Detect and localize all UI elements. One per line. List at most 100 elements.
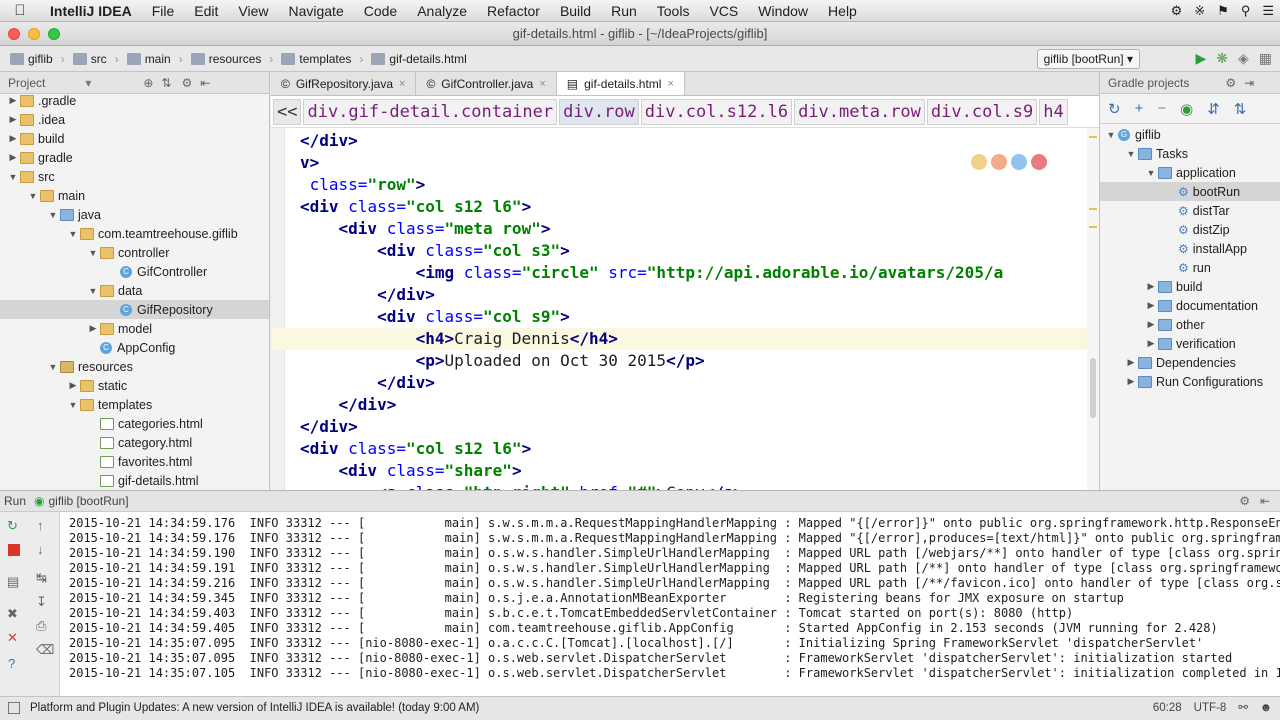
tag-breadcrumb[interactable]: div.col.s9 (926, 98, 1038, 125)
tree-item[interactable]: C GifController (0, 262, 269, 281)
close-tab-icon[interactable]: × (539, 78, 545, 90)
chevron-down-icon[interactable]: ▼ (1104, 130, 1118, 140)
file-encoding[interactable]: UTF-8 (1194, 697, 1227, 719)
gradle-tree-item[interactable]: ▼ application (1100, 163, 1280, 182)
chevron-down-icon[interactable]: ▼ (26, 191, 40, 201)
target-icon[interactable]: ⊕ (143, 76, 153, 90)
chevron-down-icon[interactable]: ▾ (85, 76, 91, 90)
search-icon[interactable]: ⚲ (1241, 3, 1251, 19)
scroll-up-icon[interactable]: ↑ (37, 518, 44, 533)
tree-item[interactable]: ▼ main (0, 186, 269, 205)
lock-icon[interactable]: ⚯ (1238, 697, 1248, 719)
tree-item[interactable]: ▶ model (0, 319, 269, 338)
pin-icon[interactable]: ✖ (7, 606, 18, 622)
menu-item-navigate[interactable]: Navigate (278, 0, 353, 22)
scroll-down-icon[interactable]: ↓ (37, 542, 44, 557)
run-tab-label[interactable]: giflib [bootRun] (49, 494, 129, 508)
hide-panel-icon[interactable]: ⇥ (1244, 76, 1254, 90)
layout-icon[interactable]: ▤ (7, 574, 19, 590)
chevron-down-icon[interactable]: ▼ (46, 210, 60, 220)
tree-item[interactable]: ▶ .idea (0, 110, 269, 129)
menu-list-icon[interactable]: ☰ (1262, 3, 1274, 19)
warning-marker[interactable] (1089, 226, 1097, 228)
gradle-tree-item[interactable]: ▶ documentation (1100, 296, 1280, 315)
hide-panel-icon[interactable]: ⇤ (200, 76, 210, 90)
flag-icon[interactable]: ⚑ (1217, 3, 1229, 19)
chevron-down-icon[interactable]: ▼ (6, 172, 20, 182)
editor-scrollbar[interactable] (1090, 358, 1096, 418)
gear-icon[interactable]: ⚙ (182, 76, 193, 90)
tab-gif-details-html[interactable]: ▤ gif-details.html × (556, 72, 685, 95)
tree-item[interactable]: C AppConfig (0, 338, 269, 357)
hide-panel-icon[interactable]: ⇤ (1260, 494, 1270, 508)
tag-breadcrumb[interactable]: div.col.s12.l6 (640, 98, 793, 125)
creative-cloud-icon[interactable]: ⚙ (1171, 3, 1183, 19)
tag-breadcrumb[interactable]: div.row (559, 98, 639, 125)
tree-item[interactable]: ▼ controller (0, 243, 269, 262)
chevron-down-icon[interactable]: ▼ (86, 286, 100, 296)
safari-icon[interactable] (1011, 154, 1027, 170)
breadcrumb-item[interactable]: main › (123, 52, 187, 66)
menu-item-analyze[interactable]: Analyze (407, 0, 477, 22)
rerun-icon[interactable]: ↻ (7, 518, 18, 534)
tree-item[interactable]: category.html (0, 433, 269, 452)
tag-breadcrumb[interactable]: h4 (1039, 98, 1068, 125)
menu-item-window[interactable]: Window (748, 0, 818, 22)
chevron-right-icon[interactable]: ▶ (1144, 319, 1158, 330)
chevron-down-icon[interactable]: ▼ (1124, 149, 1138, 159)
print-icon[interactable]: ⎙ (36, 618, 46, 634)
panel-title[interactable]: Project (8, 76, 45, 90)
tag-breadcrumb[interactable]: div.gif-detail.container (303, 98, 558, 125)
chevron-down-icon[interactable]: ▼ (46, 362, 60, 372)
warning-marker[interactable] (1089, 208, 1097, 210)
chevron-right-icon[interactable]: ▶ (1144, 338, 1158, 349)
menu-item-tools[interactable]: Tools (647, 0, 700, 22)
close-window-button[interactable] (8, 28, 20, 40)
gradle-tree-item[interactable]: ▼ Ggiflib (1100, 125, 1280, 144)
gradle-tree-item[interactable]: ⚙ bootRun (1100, 182, 1280, 201)
gradle-tree-item[interactable]: ▶ build (1100, 277, 1280, 296)
code-text[interactable]: </div> v> class="row"> <div class="col s12… (271, 130, 1099, 490)
gradle-tree-item[interactable]: ⚙ distZip (1100, 220, 1280, 239)
chevron-right-icon[interactable]: ▶ (1144, 300, 1158, 311)
close-tab-icon[interactable]: × (399, 78, 405, 90)
breadcrumb-item[interactable]: giflib › (6, 52, 69, 66)
menu-item-run[interactable]: Run (601, 0, 647, 22)
stop-icon[interactable] (8, 544, 20, 556)
close-icon[interactable]: ✕ (7, 630, 18, 646)
collapse-icon[interactable]: ⇅ (161, 76, 171, 90)
menu-item-vcs[interactable]: VCS (699, 0, 748, 22)
tree-item[interactable]: ▶ .gradle (0, 91, 269, 110)
menu-item-help[interactable]: Help (818, 0, 867, 22)
menu-item-refactor[interactable]: Refactor (477, 0, 550, 22)
status-message[interactable]: Platform and Plugin Updates: A new versi… (30, 702, 479, 714)
menu-item-view[interactable]: View (228, 0, 278, 22)
chevron-down-icon[interactable]: ▼ (1144, 168, 1158, 178)
gradle-tree-item[interactable]: ▶ Run Configurations (1100, 372, 1280, 391)
tree-item[interactable]: gif-details.html (0, 471, 269, 490)
tree-item[interactable]: ▶ build (0, 129, 269, 148)
chevron-right-icon[interactable]: ▶ (6, 133, 20, 144)
tag-breadcrumb[interactable]: << (273, 98, 302, 125)
chevron-right-icon[interactable]: ▶ (1124, 376, 1138, 387)
tree-item[interactable]: ▼ data (0, 281, 269, 300)
code-editor[interactable]: </div> v> class="row"> <div class="col s12… (271, 128, 1099, 490)
bluetooth-icon[interactable]: ※ (1194, 3, 1205, 19)
tree-item[interactable]: ▶ gradle (0, 148, 269, 167)
tree-item[interactable]: ▼ src (0, 167, 269, 186)
chevron-right-icon[interactable]: ▶ (66, 380, 80, 391)
soft-wrap-icon[interactable]: ↹ (36, 570, 47, 586)
tree-item[interactable]: C GifRepository (0, 300, 269, 319)
tab-gifrepository-java[interactable]: © GifRepository.java × (271, 72, 417, 95)
run-config-select[interactable]: giflib [bootRun] ▾ (1036, 49, 1140, 69)
coverage-icon[interactable]: ◈ (1238, 50, 1249, 67)
gradle-tree-item[interactable]: ⚙ run (1100, 258, 1280, 277)
chrome-icon[interactable] (971, 154, 987, 170)
refresh-icon[interactable]: ↻ (1108, 100, 1121, 118)
chevron-right-icon[interactable]: ▶ (86, 323, 100, 334)
tree-item[interactable]: categories.html (0, 414, 269, 433)
collapse-all-icon[interactable]: ⇅ (1234, 100, 1247, 118)
tree-item[interactable]: ▼ templates (0, 395, 269, 414)
menu-item-intellij-idea[interactable]: IntelliJ IDEA (40, 0, 142, 22)
run-icon[interactable]: ▶ (1195, 50, 1206, 67)
